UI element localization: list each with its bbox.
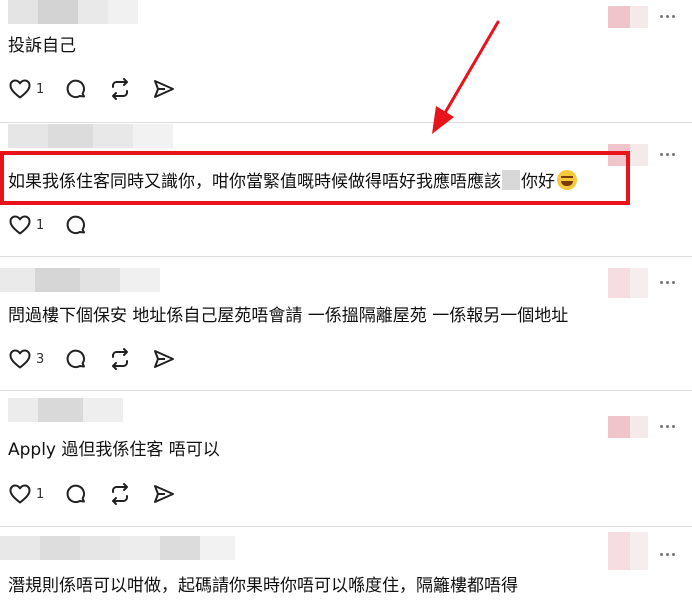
media-thumbnail-blurred: [608, 268, 648, 298]
post-5: 潛規則係唔可以咁做，起碼請你果時你唔可以喺度住，隔籬樓都唔得: [0, 526, 692, 614]
like-button[interactable]: 1: [8, 213, 44, 237]
post-text: 問過樓下個保安 地址係自己屋苑唔會請 一係搵隔離屋苑 一係報另一個地址: [8, 306, 569, 326]
media-thumbnail-blurred: [608, 416, 648, 438]
username-blurred: [0, 268, 160, 292]
comment-button[interactable]: [64, 482, 88, 506]
like-count: 3: [36, 351, 45, 367]
send-icon: [154, 80, 175, 98]
heart-icon: [9, 215, 31, 235]
post-4: Apply 過但我係住客 唔可以 1: [0, 390, 692, 526]
username-blurred: [8, 124, 173, 148]
media-thumbnail-blurred: [608, 6, 648, 28]
share-button[interactable]: [152, 347, 176, 371]
username-blurred: [8, 0, 138, 24]
more-options-icon[interactable]: [654, 272, 680, 292]
like-count: 1: [36, 486, 45, 502]
repost-icon: [112, 78, 129, 100]
comment-icon: [66, 349, 86, 369]
more-options-icon[interactable]: [654, 544, 680, 564]
action-bar: 1: [8, 76, 196, 102]
username-blurred: [8, 398, 123, 422]
comment-icon: [66, 79, 86, 99]
post-1: 投訴自己 1: [0, 0, 692, 122]
heart-icon: [9, 79, 31, 99]
repost-button[interactable]: [108, 77, 132, 101]
annotation-arrow-icon: [432, 20, 500, 134]
like-count: 1: [36, 81, 45, 97]
post-3: 問過樓下個保安 地址係自己屋苑唔會請 一係搵隔離屋苑 一係報另一個地址 3: [0, 256, 692, 390]
username-blurred: [0, 536, 235, 560]
like-count: 1: [36, 217, 45, 233]
heart-icon: [9, 484, 31, 504]
action-bar: 3: [8, 346, 196, 372]
post-text: Apply 過但我係住客 唔可以: [8, 440, 220, 460]
comment-icon: [66, 215, 86, 235]
send-icon: [154, 350, 175, 368]
like-button[interactable]: 1: [8, 482, 44, 506]
comment-button[interactable]: [64, 77, 88, 101]
more-options-icon[interactable]: [654, 416, 680, 436]
share-button[interactable]: [152, 77, 176, 101]
comment-icon: [66, 484, 86, 504]
comment-button[interactable]: [64, 213, 88, 237]
action-bar: 1: [8, 481, 196, 507]
highlight-annotation-box: [0, 151, 630, 205]
more-options-icon[interactable]: [654, 144, 680, 164]
like-button[interactable]: 3: [8, 347, 44, 371]
comment-button[interactable]: [64, 347, 88, 371]
repost-button[interactable]: [108, 347, 132, 371]
repost-icon: [112, 483, 129, 505]
media-thumbnail-blurred: [608, 532, 648, 570]
repost-icon: [112, 348, 129, 370]
share-button[interactable]: [152, 482, 176, 506]
like-button[interactable]: 1: [8, 77, 44, 101]
repost-button[interactable]: [108, 482, 132, 506]
send-icon: [154, 485, 175, 503]
post-text: 潛規則係唔可以咁做，起碼請你果時你唔可以喺度住，隔籬樓都唔得: [8, 576, 518, 596]
heart-icon: [9, 349, 31, 369]
post-text: 投訴自己: [8, 36, 76, 56]
more-options-icon[interactable]: [654, 6, 680, 26]
action-bar: 1: [8, 212, 108, 238]
